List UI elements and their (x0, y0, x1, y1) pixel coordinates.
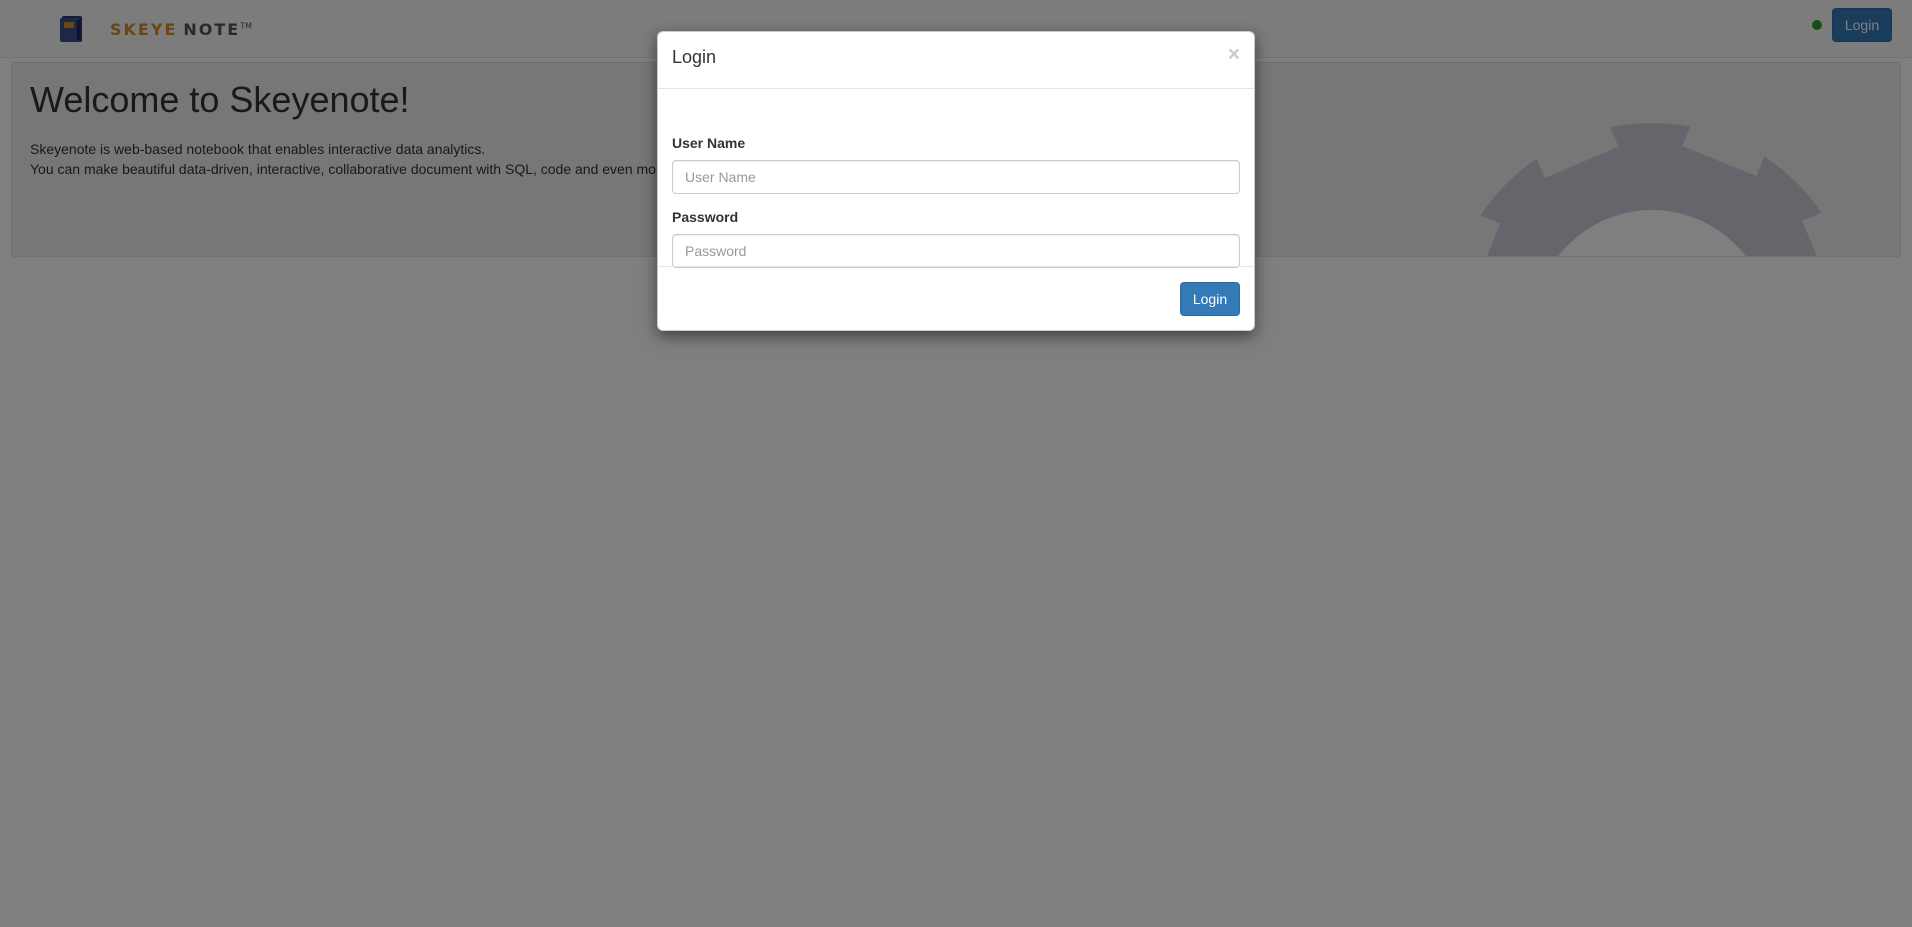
login-submit-button[interactable]: Login (1180, 282, 1240, 316)
close-icon[interactable]: × (1228, 44, 1240, 65)
modal-title: Login (672, 47, 717, 67)
username-input[interactable] (672, 160, 1240, 194)
password-label: Password (672, 209, 739, 225)
username-label: User Name (672, 135, 746, 151)
modal-footer: Login (658, 266, 1254, 330)
login-modal: Login × User Name Password Login (657, 31, 1255, 331)
modal-header: Login × (658, 32, 1254, 89)
page: SKEYENOTETM Login Welcome to Skeyenote! … (0, 0, 1912, 927)
password-input[interactable] (672, 234, 1240, 268)
